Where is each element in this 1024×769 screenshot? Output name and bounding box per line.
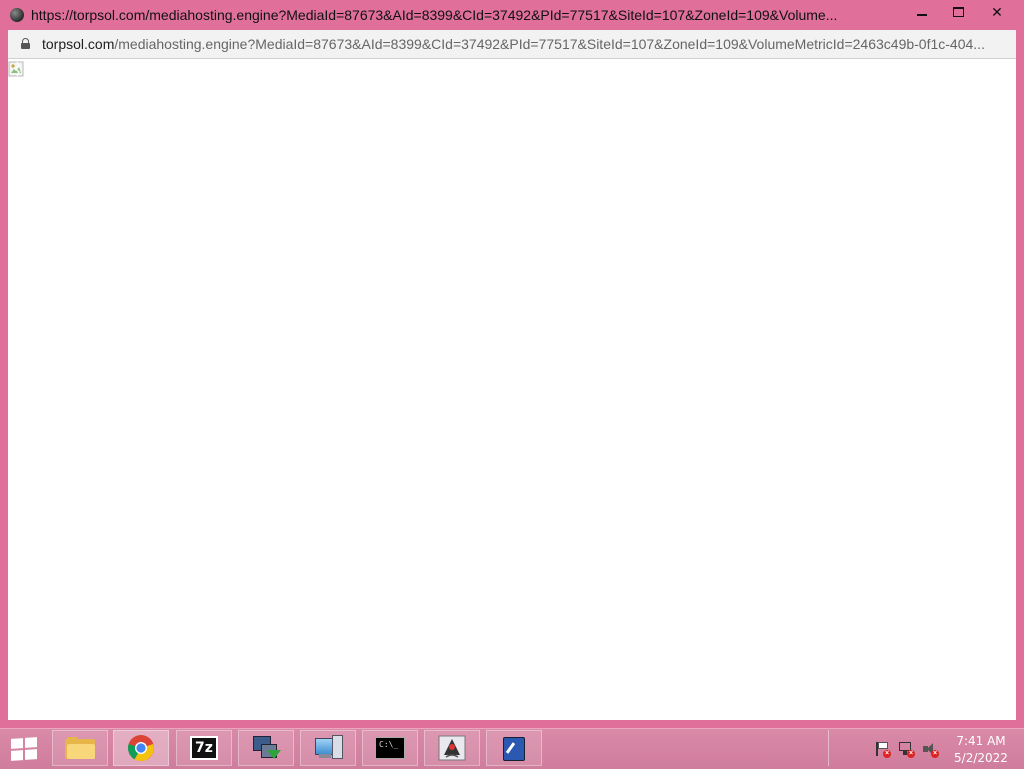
tray-separator [828, 730, 829, 766]
7zip-icon: 7z [190, 736, 218, 760]
taskbar-java-app[interactable] [424, 730, 480, 766]
browser-popup-window: https://torpsol.com/mediahosting.engine?… [0, 0, 1024, 728]
cmd-icon: C:\_ [375, 737, 405, 759]
clock-time: 7:41 AM [956, 734, 1006, 748]
chrome-icon [128, 735, 154, 762]
taskbar-file-explorer[interactable] [52, 730, 108, 766]
clock-date: 5/2/2022 [954, 751, 1008, 765]
start-button[interactable] [4, 733, 44, 765]
address-bar[interactable]: torpsol.com/mediahosting.engine?MediaId=… [8, 30, 1016, 59]
minimize-button[interactable] [906, 0, 938, 24]
certificate-icon [500, 734, 528, 762]
java-icon [438, 735, 466, 761]
action-center-flag-icon[interactable]: × [874, 741, 891, 758]
close-icon: ✕ [991, 4, 1003, 20]
globe-icon [10, 8, 24, 22]
minimize-icon [917, 14, 927, 16]
window-title: https://torpsol.com/mediahosting.engine?… [31, 7, 838, 23]
taskbar-7zip[interactable]: 7z [176, 730, 232, 766]
network-icon[interactable]: × [898, 741, 915, 758]
taskbar-certificate-manager[interactable] [486, 730, 542, 766]
windows-logo-icon [11, 737, 37, 761]
taskbar-remote-connection[interactable] [238, 730, 294, 766]
volume-muted-icon[interactable]: × [922, 741, 939, 758]
taskbar: 7z C:\_ [0, 728, 1024, 769]
maximize-button[interactable] [942, 0, 974, 24]
taskbar-chrome[interactable] [113, 730, 169, 766]
close-button[interactable]: ✕ [976, 0, 1018, 24]
maximize-icon [952, 7, 964, 17]
url-path: /mediahosting.engine?MediaId=87673&AId=8… [114, 36, 985, 52]
page-content [8, 59, 1016, 720]
taskbar-clock[interactable]: 7:41 AM 5/2/2022 [948, 733, 1014, 767]
computer-icon [313, 734, 343, 762]
title-bar[interactable]: https://torpsol.com/mediahosting.engine?… [0, 0, 1024, 30]
url-text[interactable]: torpsol.com/mediahosting.engine?MediaId=… [42, 36, 1006, 53]
taskbar-command-prompt[interactable]: C:\_ [362, 730, 418, 766]
url-host: torpsol.com [42, 36, 115, 52]
remote-desktop-icon [251, 734, 281, 762]
lock-icon[interactable] [21, 38, 30, 49]
broken-image-icon [8, 61, 24, 77]
folder-icon [65, 737, 95, 759]
taskbar-computer[interactable] [300, 730, 356, 766]
